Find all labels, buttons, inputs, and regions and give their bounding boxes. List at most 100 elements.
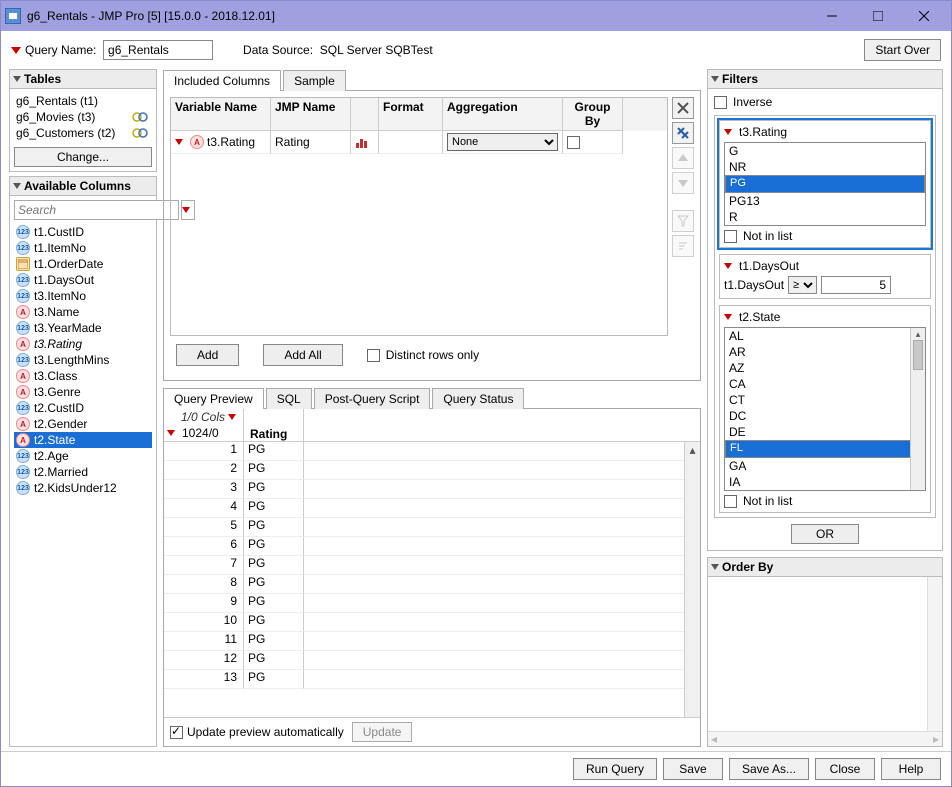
preview-row[interactable]: 5PG: [164, 518, 684, 537]
aggregation-select[interactable]: None: [447, 133, 558, 151]
preview-vscroll[interactable]: ▴: [684, 442, 700, 717]
preview-rows[interactable]: 1PG2PG3PG4PG5PG6PG7PG8PG9PG10PG11PG12PG1…: [164, 442, 684, 689]
group-by-checkbox[interactable]: [567, 136, 580, 149]
maximize-button[interactable]: [855, 2, 901, 30]
available-columns-header[interactable]: Available Columns: [9, 176, 157, 196]
column-item[interactable]: At3.Name: [14, 304, 152, 320]
column-item[interactable]: At2.State: [14, 432, 152, 448]
filter-option[interactable]: FL: [725, 440, 925, 458]
filter-option[interactable]: G: [725, 143, 925, 159]
filter-menu-icon[interactable]: [724, 314, 732, 320]
move-down-button[interactable]: [672, 172, 694, 194]
update-preview-button[interactable]: Update: [352, 722, 413, 742]
col-aggregation[interactable]: Aggregation: [443, 98, 563, 131]
preview-row[interactable]: 7PG: [164, 556, 684, 575]
col-jmp-name[interactable]: JMP Name: [271, 98, 351, 131]
column-item[interactable]: At3.Class: [14, 368, 152, 384]
filter-option[interactable]: R: [725, 209, 925, 225]
column-item[interactable]: At3.Rating: [14, 336, 152, 352]
filter-option[interactable]: DC: [725, 408, 925, 424]
tab-sql[interactable]: SQL: [266, 388, 312, 409]
column-item[interactable]: At2.Gender: [14, 416, 152, 432]
column-item[interactable]: 123t2.Married: [14, 464, 152, 480]
query-name-menu-icon[interactable]: [11, 47, 21, 54]
filter-option[interactable]: CT: [725, 392, 925, 408]
update-auto-checkbox[interactable]: Update preview automatically: [170, 725, 344, 739]
filter-option[interactable]: CA: [725, 376, 925, 392]
preview-row[interactable]: 4PG: [164, 499, 684, 518]
filter-option[interactable]: GA: [725, 458, 925, 474]
not-in-list-checkbox[interactable]: Not in list: [724, 229, 926, 243]
preview-row[interactable]: 1PG: [164, 442, 684, 461]
included-column-row[interactable]: At3.Rating Rating None: [171, 131, 667, 154]
inverse-checkbox[interactable]: Inverse: [714, 95, 936, 109]
filter-option[interactable]: DE: [725, 424, 925, 440]
preview-row[interactable]: 3PG: [164, 480, 684, 499]
state-scrollbar[interactable]: ▴: [910, 328, 925, 490]
filter-option[interactable]: PG: [725, 175, 925, 193]
minimize-button[interactable]: [809, 2, 855, 30]
column-item[interactable]: 123t1.ItemNo: [14, 240, 152, 256]
tab-query-preview[interactable]: Query Preview: [163, 388, 264, 409]
preview-row[interactable]: 6PG: [164, 537, 684, 556]
orderby-hscroll[interactable]: ◂▸: [708, 731, 942, 746]
column-item[interactable]: 123t2.Age: [14, 448, 152, 464]
query-name-input[interactable]: [103, 40, 213, 60]
filter-option[interactable]: AZ: [725, 360, 925, 376]
save-button[interactable]: Save: [663, 758, 723, 780]
filter-menu-icon[interactable]: [724, 129, 732, 135]
preview-col-rating[interactable]: Rating: [244, 409, 304, 442]
not-in-list-checkbox[interactable]: Not in list: [724, 494, 926, 508]
column-item[interactable]: 123t3.YearMade: [14, 320, 152, 336]
preview-row[interactable]: 12PG: [164, 651, 684, 670]
daysout-operator-select[interactable]: ≥: [788, 276, 817, 294]
format-cell[interactable]: [379, 131, 443, 154]
tab-query-status[interactable]: Query Status: [432, 388, 524, 409]
column-item[interactable]: 123t3.ItemNo: [14, 288, 152, 304]
rating-listbox[interactable]: GNRPGPG13R: [724, 142, 926, 226]
column-item[interactable]: 123t2.CustID: [14, 400, 152, 416]
column-item[interactable]: 123t3.LengthMins: [14, 352, 152, 368]
state-listbox[interactable]: ALARAZCACTDCDEFLGAIA▴: [724, 327, 926, 491]
filter-tool-button[interactable]: [672, 210, 694, 232]
filter-option[interactable]: AR: [725, 344, 925, 360]
tab-post-query-script[interactable]: Post-Query Script: [314, 388, 431, 409]
preview-row[interactable]: 2PG: [164, 461, 684, 480]
order-by-header[interactable]: Order By: [707, 557, 943, 577]
column-item[interactable]: 123t2.KidsUnder12: [14, 480, 152, 496]
orderby-vscroll[interactable]: [927, 577, 942, 731]
col-group-by[interactable]: Group By: [563, 98, 623, 131]
column-item[interactable]: 123t1.DaysOut: [14, 272, 152, 288]
remove-all-button[interactable]: [672, 122, 694, 144]
change-tables-button[interactable]: Change...: [14, 147, 152, 167]
daysout-value-input[interactable]: [821, 276, 891, 294]
distinct-rows-checkbox[interactable]: Distinct rows only: [367, 348, 479, 362]
remove-column-button[interactable]: [672, 97, 694, 119]
tab-included-columns[interactable]: Included Columns: [163, 70, 281, 91]
table-row[interactable]: g6_Customers (t2): [14, 125, 152, 141]
or-button[interactable]: OR: [791, 524, 859, 544]
preview-row[interactable]: 8PG: [164, 575, 684, 594]
cols-menu-icon[interactable]: [228, 414, 236, 420]
column-item[interactable]: 123t1.CustID: [14, 224, 152, 240]
order-by-body[interactable]: ◂▸: [707, 577, 943, 747]
col-variable-name[interactable]: Variable Name: [171, 98, 271, 131]
filter-option[interactable]: NR: [725, 159, 925, 175]
filter-option[interactable]: IA: [725, 474, 925, 490]
table-row[interactable]: g6_Movies (t3): [14, 109, 152, 125]
save-as-button[interactable]: Save As...: [729, 758, 809, 780]
filter-option[interactable]: PG13: [725, 193, 925, 209]
tab-sample[interactable]: Sample: [283, 70, 346, 91]
row-menu-icon[interactable]: [175, 139, 183, 145]
add-button[interactable]: Add: [176, 344, 239, 366]
filter-option[interactable]: AL: [725, 328, 925, 344]
column-item[interactable]: t1.OrderDate: [14, 256, 152, 272]
rows-menu-icon[interactable]: [167, 430, 175, 436]
help-button[interactable]: Help: [881, 758, 941, 780]
run-query-button[interactable]: Run Query: [573, 758, 657, 780]
filter-menu-icon[interactable]: [724, 263, 732, 269]
preview-row[interactable]: 10PG: [164, 613, 684, 632]
preview-row[interactable]: 11PG: [164, 632, 684, 651]
start-over-button[interactable]: Start Over: [864, 39, 941, 61]
table-row[interactable]: g6_Rentals (t1): [14, 93, 152, 109]
